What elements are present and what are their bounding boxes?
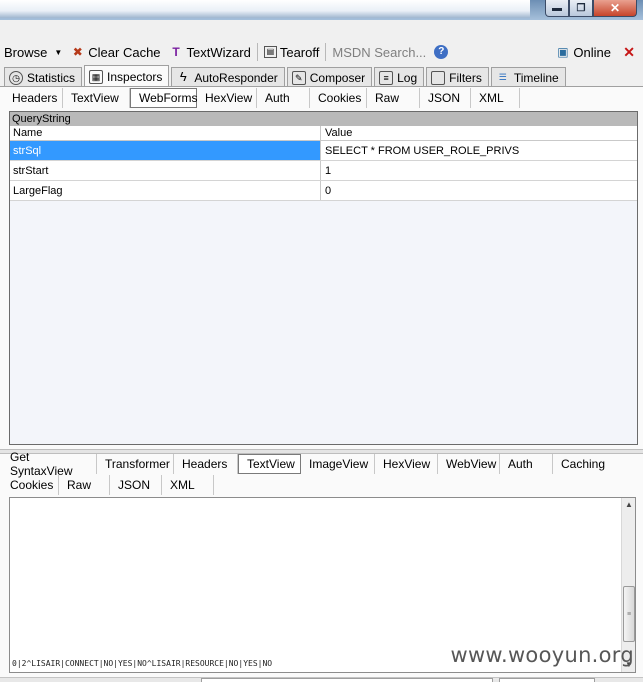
tab-statistics[interactable]: ◷ Statistics — [4, 67, 83, 87]
tab-composer[interactable]: ✎ Composer — [286, 67, 373, 87]
eraser-icon: ✖ — [72, 44, 83, 59]
request-tab-cookies[interactable]: Cookies — [310, 88, 367, 108]
param-value[interactable]: 1 — [321, 161, 637, 180]
request-tab-webforms[interactable]: WebForms — [130, 88, 197, 108]
request-tab-textview[interactable]: TextView — [63, 88, 130, 108]
tab-log[interactable]: ≡ Log — [374, 67, 425, 87]
help-icon: ? — [434, 45, 449, 59]
status-field — [499, 678, 595, 682]
response-tab-textview[interactable]: TextView — [238, 454, 301, 474]
status-field — [201, 678, 493, 682]
tab-label: Statistics — [27, 70, 76, 85]
column-header-value[interactable]: Value — [321, 126, 637, 140]
toolbar: Browse ▼ ✖ Clear Cache T TextWizard ▤ Te… — [0, 38, 643, 66]
response-tab-xml[interactable]: XML — [162, 475, 214, 495]
querystring-caption: QueryString — [10, 112, 637, 126]
clock-icon: ◷ — [9, 70, 23, 85]
tab-label: AutoResponder — [194, 70, 278, 85]
tab-inspectors[interactable]: ▦ Inspectors — [84, 65, 170, 87]
msdn-search-input[interactable]: MSDN Search... — [328, 40, 430, 64]
querystring-grid: QueryString Name Value strSql SELECT * F… — [9, 111, 638, 445]
param-name[interactable]: strSql — [10, 141, 321, 160]
response-inspector-tabs: Get SyntaxView Transformer Headers TextV… — [4, 450, 629, 478]
checkbox-icon — [431, 70, 446, 85]
online-indicator[interactable]: ▣ Online — [551, 40, 615, 64]
browse-label: Browse — [4, 44, 48, 60]
msdn-search-placeholder: MSDN Search... — [332, 44, 427, 60]
response-body-text[interactable]: 0|2^LISAIR|CONNECT|NO|YES|NO^LISAIR|RESO… — [12, 659, 272, 668]
tab-autoresponder[interactable]: ϟ AutoResponder — [171, 67, 285, 87]
table-row[interactable]: strSql SELECT * FROM USER_ROLE_PRIVS — [10, 141, 637, 161]
tearoff-button[interactable]: ▤ Tearoff — [260, 40, 324, 64]
maximize-button[interactable]: ❐ — [569, 0, 593, 17]
response-tab-webview[interactable]: WebView — [438, 454, 500, 474]
column-header-name[interactable]: Name — [10, 126, 321, 140]
clear-cache-label: Clear Cache — [88, 44, 161, 60]
watermark: www.wooyun.org — [450, 643, 634, 667]
response-tab-get-syntaxview[interactable]: Get SyntaxView — [4, 450, 97, 478]
param-value[interactable]: 0 — [321, 181, 637, 200]
main-tabs: ◷ Statistics ▦ Inspectors ϟ AutoResponde… — [4, 65, 568, 87]
request-inspector-tabs: Headers TextView WebForms HexView Auth C… — [4, 88, 520, 108]
request-tab-headers[interactable]: Headers — [4, 88, 63, 108]
param-name[interactable]: LargeFlag — [10, 181, 321, 200]
param-value[interactable]: SELECT * FROM USER_ROLE_PRIVS — [321, 141, 637, 160]
tab-label: Log — [397, 70, 418, 85]
response-tab-caching[interactable]: Caching — [553, 454, 629, 474]
lightning-icon: ϟ — [179, 68, 187, 84]
pencil-icon: ✎ — [291, 70, 306, 85]
close-icon[interactable]: ✕ — [623, 44, 635, 61]
tearoff-label: Tearoff — [279, 44, 320, 60]
request-tab-json[interactable]: JSON — [420, 88, 471, 108]
table-row[interactable]: strStart 1 — [10, 161, 637, 181]
text-wizard-icon: T — [172, 44, 180, 59]
response-tab-hexview[interactable]: HexView — [375, 454, 438, 474]
response-inspector-tabs-row2: Cookies Raw JSON XML — [4, 475, 214, 495]
response-tab-raw[interactable]: Raw — [59, 475, 110, 495]
param-name[interactable]: strStart — [10, 161, 321, 180]
response-tab-auth[interactable]: Auth — [500, 454, 553, 474]
response-tab-cookies[interactable]: Cookies — [4, 475, 59, 495]
inspector-icon: ▦ — [89, 69, 104, 84]
scroll-thumb[interactable]: ≡ — [623, 586, 635, 642]
chevron-down-icon[interactable]: ▼ — [54, 48, 62, 57]
clear-cache-button[interactable]: ✖ Clear Cache — [66, 40, 164, 64]
textwizard-label: TextWizard — [186, 44, 251, 60]
request-tab-hexview[interactable]: HexView — [197, 88, 257, 108]
inspectors-panel: Headers TextView WebForms HexView Auth C… — [0, 86, 643, 682]
tab-label: Timeline — [513, 70, 559, 85]
timeline-icon: ☰ — [498, 71, 507, 82]
textwizard-button[interactable]: T TextWizard — [165, 40, 255, 64]
querystring-header: Name Value — [10, 126, 637, 141]
minimize-button[interactable]: ▬ — [545, 0, 569, 17]
toolbar-separator — [325, 43, 327, 61]
response-tab-headers[interactable]: Headers — [174, 454, 238, 474]
titlebar-strip — [0, 0, 530, 18]
network-icon: ▣ — [557, 44, 569, 59]
tearoff-icon: ▤ — [263, 46, 277, 58]
request-tab-auth[interactable]: Auth — [257, 88, 310, 108]
log-icon: ≡ — [379, 70, 394, 85]
window-controls: ▬ ❐ ✕ — [545, 0, 637, 17]
online-label: Online — [573, 44, 611, 60]
response-tab-json[interactable]: JSON — [110, 475, 162, 495]
scroll-up-icon[interactable]: ▲ — [622, 498, 636, 512]
close-window-button[interactable]: ✕ — [593, 0, 637, 17]
help-button[interactable]: ? — [430, 40, 452, 64]
toolbar-separator — [256, 43, 258, 61]
status-bar — [0, 677, 643, 682]
browse-button[interactable]: Browse ▼ — [0, 40, 66, 64]
tab-filters[interactable]: Filters — [426, 67, 489, 87]
tab-timeline[interactable]: ☰ Timeline — [490, 67, 566, 87]
tab-label: Filters — [449, 70, 482, 85]
request-tab-xml[interactable]: XML — [471, 88, 520, 108]
table-row[interactable]: LargeFlag 0 — [10, 181, 637, 201]
tab-label: Composer — [309, 70, 366, 85]
window-titlebar: ▬ ❐ ✕ — [0, 0, 643, 20]
tab-label: Inspectors — [107, 69, 163, 84]
response-tab-transformer[interactable]: Transformer — [97, 454, 174, 474]
response-tab-imageview[interactable]: ImageView — [301, 454, 375, 474]
request-tab-raw[interactable]: Raw — [367, 88, 420, 108]
